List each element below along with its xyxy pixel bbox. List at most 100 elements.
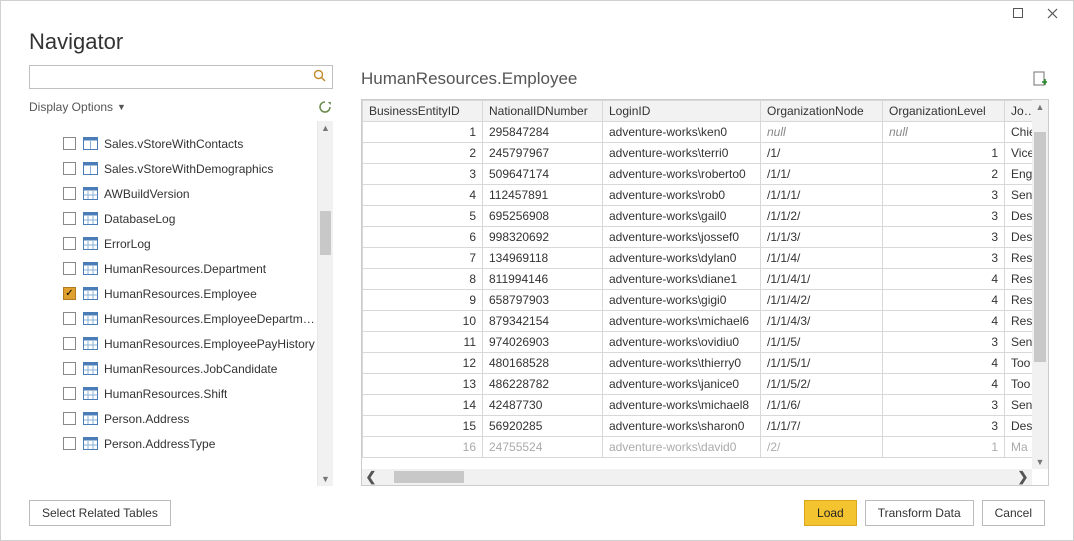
scroll-thumb[interactable] — [394, 471, 464, 483]
cell[interactable]: /1/1/1/ — [761, 185, 883, 206]
cell[interactable]: Res — [1005, 248, 1033, 269]
cell[interactable]: Res — [1005, 311, 1033, 332]
cell[interactable]: 24755524 — [483, 437, 603, 458]
column-header[interactable]: LoginID — [603, 101, 761, 122]
cell[interactable]: 3 — [883, 248, 1005, 269]
cell[interactable]: /1/1/4/2/ — [761, 290, 883, 311]
scroll-up-icon[interactable]: ▲ — [1032, 100, 1048, 114]
cell[interactable]: Ma — [1005, 437, 1033, 458]
cell[interactable]: /1/1/5/1/ — [761, 353, 883, 374]
tree-item[interactable]: DatabaseLog — [29, 206, 317, 231]
cell[interactable]: 13 — [363, 374, 483, 395]
column-header[interactable]: JobTitl — [1005, 101, 1033, 122]
cell[interactable]: 16 — [363, 437, 483, 458]
checkbox[interactable] — [63, 437, 76, 450]
cell[interactable]: 509647174 — [483, 164, 603, 185]
cell[interactable]: adventure-works\sharon0 — [603, 416, 761, 437]
cell[interactable]: adventure-works\janice0 — [603, 374, 761, 395]
cell[interactable]: 3 — [883, 206, 1005, 227]
cell[interactable]: adventure-works\ken0 — [603, 122, 761, 143]
table-row[interactable]: 10879342154adventure-works\michael6/1/1/… — [363, 311, 1033, 332]
scroll-left-icon[interactable]: ❮ — [362, 469, 380, 485]
cell[interactable]: Res — [1005, 290, 1033, 311]
scroll-thumb[interactable] — [320, 211, 331, 255]
cell[interactable]: 480168528 — [483, 353, 603, 374]
cell[interactable]: 1 — [883, 437, 1005, 458]
cell[interactable]: 12 — [363, 353, 483, 374]
table-row[interactable]: 3509647174adventure-works\roberto0/1/1/2… — [363, 164, 1033, 185]
cell[interactable]: adventure-works\jossef0 — [603, 227, 761, 248]
table-row[interactable]: 1442487730adventure-works\michael8/1/1/6… — [363, 395, 1033, 416]
search-input[interactable] — [29, 65, 333, 89]
scroll-up-icon[interactable]: ▲ — [318, 121, 333, 135]
cell[interactable]: 4 — [883, 374, 1005, 395]
column-header[interactable]: OrganizationNode — [761, 101, 883, 122]
checkbox[interactable] — [63, 287, 76, 300]
cell[interactable]: 486228782 — [483, 374, 603, 395]
scroll-thumb[interactable] — [1034, 132, 1046, 362]
cell[interactable]: Sen — [1005, 185, 1033, 206]
cell[interactable]: 10 — [363, 311, 483, 332]
table-row[interactable]: 9658797903adventure-works\gigi0/1/1/4/2/… — [363, 290, 1033, 311]
cell[interactable]: adventure-works\david0 — [603, 437, 761, 458]
cell[interactable]: 3 — [883, 416, 1005, 437]
column-header[interactable]: BusinessEntityID — [363, 101, 483, 122]
cell[interactable]: /1/1/ — [761, 164, 883, 185]
cell[interactable]: 14 — [363, 395, 483, 416]
scroll-down-icon[interactable]: ▼ — [318, 472, 333, 486]
cell[interactable]: adventure-works\thierry0 — [603, 353, 761, 374]
table-row[interactable]: 8811994146adventure-works\diane1/1/1/4/1… — [363, 269, 1033, 290]
cell[interactable]: 879342154 — [483, 311, 603, 332]
cell[interactable]: adventure-works\diane1 — [603, 269, 761, 290]
cell[interactable]: adventure-works\terri0 — [603, 143, 761, 164]
tree-item[interactable]: HumanResources.EmployeeDepartmen... — [29, 306, 317, 331]
checkbox[interactable] — [63, 237, 76, 250]
select-related-button[interactable]: Select Related Tables — [29, 500, 171, 526]
cancel-button[interactable]: Cancel — [982, 500, 1045, 526]
load-button[interactable]: Load — [804, 500, 857, 526]
cell[interactable]: 134969118 — [483, 248, 603, 269]
cell[interactable]: /1/1/4/1/ — [761, 269, 883, 290]
tree-item[interactable]: HumanResources.EmployeePayHistory — [29, 331, 317, 356]
cell[interactable]: 4 — [363, 185, 483, 206]
cell[interactable]: 245797967 — [483, 143, 603, 164]
tree-item[interactable]: Person.AddressType — [29, 431, 317, 456]
cell[interactable]: 1 — [363, 122, 483, 143]
cell[interactable]: 6 — [363, 227, 483, 248]
preview-options-button[interactable] — [1033, 71, 1049, 87]
cell[interactable]: /1/1/2/ — [761, 206, 883, 227]
cell[interactable]: 811994146 — [483, 269, 603, 290]
table-row[interactable]: 12480168528adventure-works\thierry0/1/1/… — [363, 353, 1033, 374]
cell[interactable]: 4 — [883, 311, 1005, 332]
grid-vscrollbar[interactable]: ▲ ▼ — [1032, 100, 1048, 469]
cell[interactable]: adventure-works\gigi0 — [603, 290, 761, 311]
table-row[interactable]: 13486228782adventure-works\janice0/1/1/5… — [363, 374, 1033, 395]
table-row[interactable]: 7134969118adventure-works\dylan0/1/1/4/3… — [363, 248, 1033, 269]
cell[interactable]: /1/1/3/ — [761, 227, 883, 248]
maximize-button[interactable] — [1001, 3, 1035, 23]
checkbox[interactable] — [63, 187, 76, 200]
cell[interactable]: adventure-works\michael6 — [603, 311, 761, 332]
cell[interactable]: Res — [1005, 269, 1033, 290]
cell[interactable]: Sen — [1005, 395, 1033, 416]
cell[interactable]: adventure-works\roberto0 — [603, 164, 761, 185]
cell[interactable]: 2 — [883, 164, 1005, 185]
cell[interactable]: 9 — [363, 290, 483, 311]
table-row[interactable]: 5695256908adventure-works\gail0/1/1/2/3D… — [363, 206, 1033, 227]
cell[interactable]: /1/1/4/3/ — [761, 311, 883, 332]
cell[interactable]: 1 — [883, 143, 1005, 164]
checkbox[interactable] — [63, 387, 76, 400]
cell[interactable]: adventure-works\gail0 — [603, 206, 761, 227]
checkbox[interactable] — [63, 362, 76, 375]
cell[interactable]: 15 — [363, 416, 483, 437]
tree-item[interactable]: Sales.vStoreWithContacts — [29, 131, 317, 156]
cell[interactable]: Too — [1005, 353, 1033, 374]
cell[interactable]: adventure-works\michael8 — [603, 395, 761, 416]
cell[interactable]: 4 — [883, 290, 1005, 311]
cell[interactable]: /1/1/6/ — [761, 395, 883, 416]
cell[interactable]: 56920285 — [483, 416, 603, 437]
tree-item[interactable]: Sales.vStoreWithDemographics — [29, 156, 317, 181]
close-button[interactable] — [1035, 3, 1069, 23]
checkbox[interactable] — [63, 262, 76, 275]
table-row[interactable]: 11974026903adventure-works\ovidiu0/1/1/5… — [363, 332, 1033, 353]
